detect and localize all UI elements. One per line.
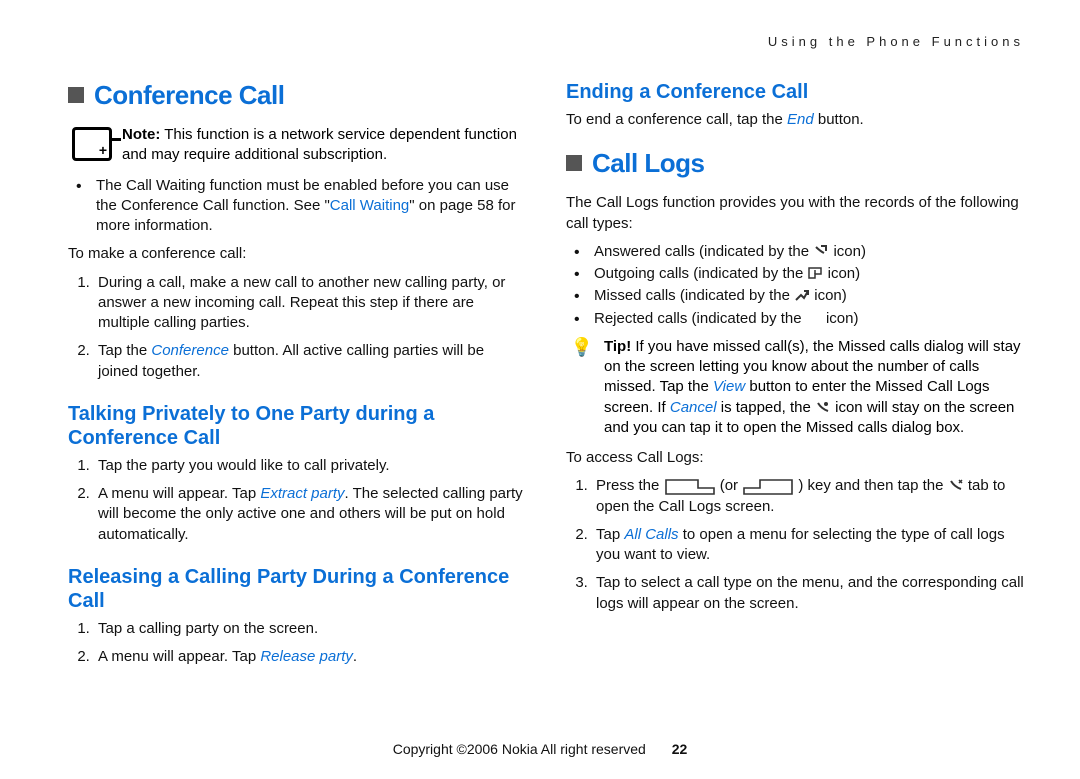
prereq-list: The Call Waiting function must be enable…: [68, 176, 526, 237]
note-block: + Note: This function is a network servi…: [68, 125, 526, 166]
page-body: Conference Call + Note: This function is…: [0, 0, 1080, 779]
left-column: Conference Call + Note: This function is…: [68, 30, 526, 779]
running-head: Using the Phone Functions: [768, 34, 1024, 49]
softkey-left-icon: [664, 478, 716, 496]
note-text: Note: This function is a network service…: [122, 125, 526, 166]
make-call-intro: To make a conference call:: [68, 244, 526, 264]
missed-dialog-icon: [815, 400, 831, 414]
right-column: Ending a Conference Call To end a confer…: [566, 30, 1024, 779]
step: During a call, make a new call to anothe…: [94, 273, 526, 334]
answered-icon: [813, 244, 829, 258]
tip-label: Tip!: [604, 338, 631, 355]
note-icon: +: [72, 127, 112, 161]
square-bullet-icon: [68, 87, 84, 103]
step: Tap to select a call type on the menu, a…: [592, 573, 1024, 614]
heading-conference-call: Conference Call: [68, 80, 526, 111]
step: A menu will appear. Tap Extract party. T…: [94, 484, 526, 545]
page-number: 22: [672, 741, 688, 757]
softkey-right-icon: [742, 478, 794, 496]
step: Tap a calling party on the screen.: [94, 619, 526, 639]
tip-block: 💡 Tip! If you have missed call(s), the M…: [566, 337, 1024, 438]
call-waiting-link[interactable]: Call Waiting: [330, 197, 409, 214]
access-intro: To access Call Logs:: [566, 448, 1024, 468]
heading-talk-privately: Talking Privately to One Party during a …: [68, 402, 526, 450]
ending-text: To end a conference call, tap the End bu…: [566, 110, 1024, 130]
releasing-steps: Tap a calling party on the screen. A men…: [68, 619, 526, 668]
square-bullet-icon: [566, 155, 582, 171]
step: Press the (or ) key and then tap the tab…: [592, 476, 1024, 517]
list-item: Answered calls (indicated by the icon): [566, 242, 1024, 262]
conference-button-ref: Conference: [151, 342, 229, 359]
note-body: This function is a network service depen…: [122, 126, 517, 163]
heading-text: Call Logs: [592, 148, 705, 178]
tip-icon: 💡: [570, 338, 594, 438]
outgoing-icon: [807, 266, 823, 280]
call-types-list: Answered calls (indicated by the icon) O…: [566, 242, 1024, 329]
make-call-steps: During a call, make a new call to anothe…: [68, 273, 526, 382]
release-party-ref: Release party: [260, 648, 353, 665]
step: Tap All Calls to open a menu for selecti…: [592, 525, 1024, 566]
step: Tap the Conference button. All active ca…: [94, 341, 526, 382]
extract-party-ref: Extract party: [260, 485, 344, 502]
list-item: Outgoing calls (indicated by the icon): [566, 264, 1024, 284]
rejected-icon: [806, 311, 822, 325]
view-button-ref: View: [713, 378, 745, 395]
cancel-ref: Cancel: [670, 399, 717, 416]
heading-ending: Ending a Conference Call: [566, 80, 1024, 104]
step: Tap the party you would like to call pri…: [94, 456, 526, 476]
note-label: Note:: [122, 126, 160, 143]
copyright: Copyright ©2006 Nokia All right reserved: [393, 741, 646, 757]
list-item: Rejected calls (indicated by the icon): [566, 309, 1024, 329]
end-button-ref: End: [787, 111, 814, 128]
logs-intro: The Call Logs function provides you with…: [566, 193, 1024, 234]
all-calls-ref: All Calls: [624, 526, 678, 543]
missed-icon: [794, 288, 810, 302]
call-logs-tab-icon: [948, 478, 964, 492]
heading-text: Conference Call: [94, 80, 284, 110]
list-item: Missed calls (indicated by the icon): [566, 286, 1024, 306]
step: A menu will appear. Tap Release party.: [94, 647, 526, 667]
heading-call-logs: Call Logs: [566, 148, 1024, 179]
access-steps: Press the (or ) key and then tap the tab…: [566, 476, 1024, 614]
tip-text: Tip! If you have missed call(s), the Mis…: [604, 337, 1024, 438]
heading-releasing: Releasing a Calling Party During a Confe…: [68, 565, 526, 613]
prereq-item: The Call Waiting function must be enable…: [68, 176, 526, 237]
page-footer: Copyright ©2006 Nokia All right reserved…: [0, 741, 1080, 757]
talk-privately-steps: Tap the party you would like to call pri…: [68, 456, 526, 545]
